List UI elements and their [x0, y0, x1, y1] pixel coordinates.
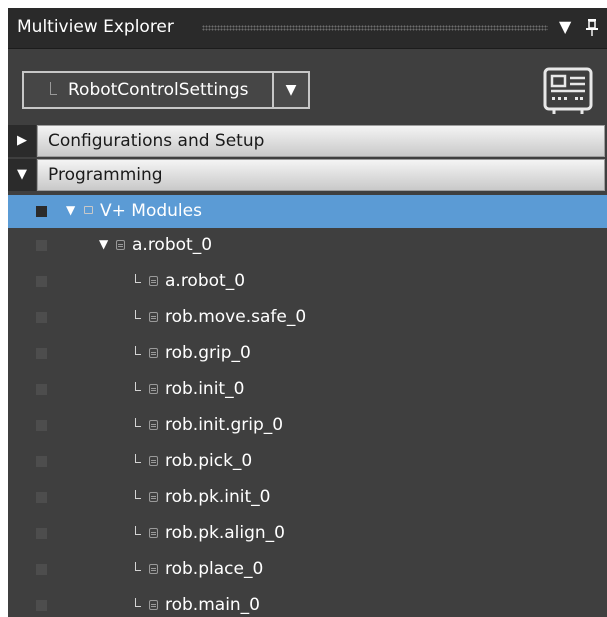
module-icon — [116, 240, 125, 250]
row-marker — [36, 276, 47, 287]
tree-item-program[interactable]: rob.pk.init_0 — [8, 481, 607, 514]
tree-branch-icon — [135, 562, 141, 571]
multiview-explorer-panel: Multiview Explorer ▼ RobotControlSetting… — [8, 8, 607, 617]
tree-item-program[interactable]: rob.pk.align_0 — [8, 517, 607, 550]
section-bar[interactable]: Configurations and Setup — [37, 125, 605, 157]
tree-branch-icon — [135, 598, 141, 607]
panel-titlebar[interactable]: Multiview Explorer ▼ — [8, 8, 607, 49]
tree-item-program[interactable]: rob.init.grip_0 — [8, 409, 607, 442]
row-marker — [36, 384, 47, 395]
section-label: Programming — [48, 165, 163, 185]
row-marker — [36, 206, 47, 217]
section-configurations-and-setup[interactable]: ▶ Configurations and Setup — [8, 125, 607, 157]
pin-icon[interactable] — [585, 18, 599, 40]
row-marker — [36, 564, 47, 575]
program-icon — [149, 384, 158, 394]
tree-branch-icon — [135, 526, 141, 535]
tree-item-label: rob.place_0 — [165, 559, 264, 579]
tree-branch-icon — [135, 310, 141, 319]
tree-item-label: rob.move.safe_0 — [165, 307, 307, 327]
program-icon — [149, 564, 158, 574]
tree-item-label: V+ Modules — [100, 201, 202, 221]
collapse-arrow-icon[interactable]: ▼ — [8, 159, 36, 191]
device-select-value: RobotControlSettings — [68, 80, 249, 100]
tree-item-label: rob.pk.init_0 — [165, 487, 271, 507]
section-bar[interactable]: Programming — [37, 159, 605, 191]
tree-item-label: rob.main_0 — [165, 595, 261, 615]
panel-title: Multiview Explorer — [17, 17, 174, 37]
program-icon — [149, 348, 158, 358]
row-marker — [36, 420, 47, 431]
row-marker — [36, 240, 47, 251]
dropdown-arrow-icon[interactable]: ▼ — [559, 18, 571, 36]
tree-item-v-modules[interactable]: ▼ V+ Modules — [8, 195, 607, 228]
chevron-down-icon[interactable]: ▼ — [272, 73, 308, 107]
tree-item-label: a.robot_0 — [132, 235, 213, 255]
device-selector-bar: RobotControlSettings ▼ — [8, 49, 607, 133]
program-icon — [149, 600, 158, 610]
expand-arrow-icon[interactable]: ▶ — [8, 125, 36, 157]
tree-branch-icon — [135, 418, 141, 427]
device-select[interactable]: RobotControlSettings ▼ — [22, 71, 310, 109]
program-icon — [149, 312, 158, 322]
tree-branch-icon — [135, 454, 141, 463]
collapse-arrow-icon[interactable]: ▼ — [66, 203, 75, 217]
tree-item-module[interactable]: ▼ a.robot_0 — [8, 229, 607, 262]
tree-item-program[interactable]: rob.move.safe_0 — [8, 301, 607, 334]
folder-icon — [84, 206, 93, 214]
tree-item-label: rob.pk.align_0 — [165, 523, 285, 543]
row-marker — [36, 312, 47, 323]
program-icon — [149, 528, 158, 538]
tree-branch-icon — [135, 490, 141, 499]
titlebar-grip[interactable] — [202, 25, 548, 31]
tree-item-label: rob.init_0 — [165, 379, 245, 399]
collapse-arrow-icon[interactable]: ▼ — [99, 237, 108, 251]
tree-item-program[interactable]: rob.init_0 — [8, 373, 607, 406]
row-marker — [36, 528, 47, 539]
tree-item-program[interactable]: rob.place_0 — [8, 553, 607, 586]
program-icon — [149, 456, 158, 466]
tree-item-label: rob.grip_0 — [165, 343, 251, 363]
row-marker — [36, 456, 47, 467]
tree-item-label: a.robot_0 — [165, 271, 246, 291]
section-programming[interactable]: ▼ Programming — [8, 159, 607, 191]
tree-item-program[interactable]: a.robot_0 — [8, 265, 607, 298]
tree-item-program[interactable]: rob.pick_0 — [8, 445, 607, 478]
tree-branch-icon — [135, 382, 141, 391]
tree-branch-icon — [135, 346, 141, 355]
tree-item-program[interactable]: rob.main_0 — [8, 589, 607, 617]
controller-device-icon[interactable] — [542, 66, 594, 118]
program-icon — [149, 276, 158, 286]
row-marker — [36, 348, 47, 359]
tree-item-label: rob.pick_0 — [165, 451, 253, 471]
row-marker — [36, 600, 47, 611]
tree-item-program[interactable]: rob.grip_0 — [8, 337, 607, 370]
tree-branch-icon — [50, 82, 57, 95]
tree-item-label: rob.init.grip_0 — [165, 415, 284, 435]
program-icon — [149, 420, 158, 430]
row-marker — [36, 492, 47, 503]
program-icon — [149, 492, 158, 502]
section-label: Configurations and Setup — [48, 131, 265, 151]
tree-branch-icon — [135, 274, 141, 283]
